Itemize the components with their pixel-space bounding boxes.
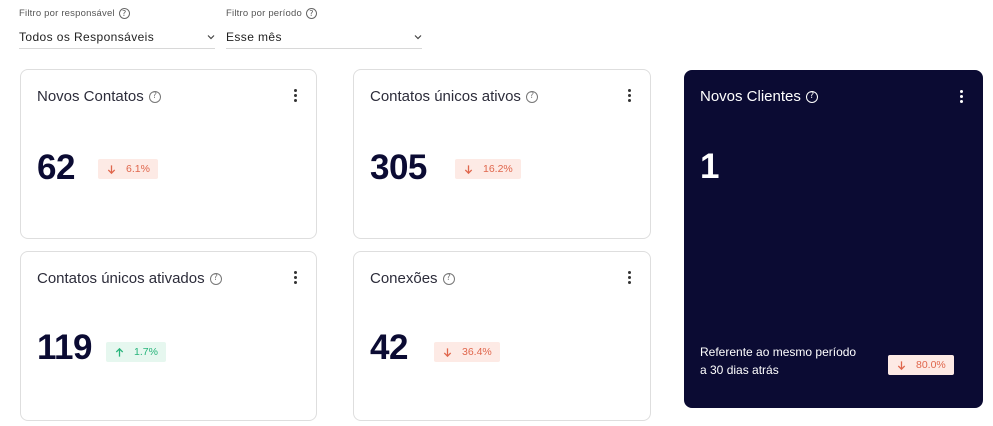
card-contatos-unicos-ativos: Contatos únicos ativos ? 305 16.2%	[353, 69, 651, 239]
card-title-row: Novos Clientes ?	[700, 88, 818, 105]
responsible-select-value: Todos os Responsáveis	[19, 29, 155, 44]
card-contatos-unicos-ativados: Contatos únicos ativados ? 119 1.7%	[20, 251, 317, 421]
card-title-row: Contatos únicos ativos ?	[370, 88, 538, 105]
chevron-down-icon	[207, 34, 215, 39]
card-value: 305	[370, 148, 427, 187]
arrow-down-icon	[897, 360, 906, 370]
kebab-menu-icon[interactable]	[294, 89, 298, 102]
change-badge: 36.4%	[434, 342, 500, 362]
card-conexoes: Conexões ? 42 36.4%	[353, 251, 651, 421]
kebab-menu-icon[interactable]	[960, 90, 964, 103]
question-circle-icon[interactable]: ?	[305, 8, 317, 19]
kebab-menu-icon[interactable]	[628, 89, 632, 102]
change-badge: 1.7%	[106, 342, 166, 362]
card-title: Novos Contatos	[37, 88, 144, 105]
card-title-row: Contatos únicos ativados ?	[37, 270, 222, 287]
card-novos-contatos: Novos Contatos ? 62 6.1%	[20, 69, 317, 239]
responsible-filter-label-row: Filtro por responsável ?	[19, 8, 215, 19]
card-title: Conexões	[370, 270, 438, 287]
arrow-down-icon	[443, 347, 452, 357]
card-title: Novos Clientes	[700, 88, 801, 105]
card-novos-clientes: Novos Clientes ? 1 Referente ao mesmo pe…	[684, 70, 983, 408]
kebab-menu-icon[interactable]	[294, 271, 298, 284]
question-circle-icon[interactable]: ?	[209, 272, 222, 285]
question-circle-icon[interactable]: ?	[148, 90, 161, 103]
card-value: 1	[700, 147, 719, 186]
question-circle-icon[interactable]: ?	[118, 8, 130, 19]
change-value: 6.1%	[126, 163, 150, 175]
responsible-filter-label: Filtro por responsável	[19, 8, 115, 19]
change-value: 1.7%	[134, 346, 158, 358]
period-filter: Filtro por período ? Esse mês	[226, 8, 422, 49]
period-filter-label: Filtro por período	[226, 8, 302, 19]
responsible-filter: Filtro por responsável ? Todos os Respon…	[19, 8, 215, 49]
comparison-note: Referente ao mesmo período a 30 dias atr…	[700, 345, 857, 377]
period-select[interactable]: Esse mês	[226, 25, 422, 49]
responsible-select[interactable]: Todos os Responsáveis	[19, 25, 215, 49]
change-value: 36.4%	[462, 346, 492, 358]
question-circle-icon[interactable]: ?	[805, 90, 818, 103]
change-badge: 16.2%	[455, 159, 521, 179]
question-circle-icon[interactable]: ?	[525, 90, 538, 103]
change-value: 16.2%	[483, 163, 513, 175]
card-title-row: Conexões ?	[370, 270, 455, 287]
card-value: 62	[37, 148, 75, 187]
card-value: 42	[370, 328, 408, 367]
card-title-row: Novos Contatos ?	[37, 88, 161, 105]
chevron-down-icon	[414, 34, 422, 39]
arrow-down-icon	[464, 164, 473, 174]
period-filter-label-row: Filtro por período ?	[226, 8, 422, 19]
period-select-value: Esse mês	[226, 29, 282, 44]
change-value: 80.0%	[916, 359, 946, 371]
question-circle-icon[interactable]: ?	[442, 272, 455, 285]
change-badge: 6.1%	[98, 159, 158, 179]
kebab-menu-icon[interactable]	[628, 271, 632, 284]
arrow-up-icon	[115, 347, 124, 357]
card-value: 119	[37, 328, 92, 367]
arrow-down-icon	[107, 164, 116, 174]
card-title: Contatos únicos ativos	[370, 88, 521, 105]
change-badge: 80.0%	[888, 355, 954, 375]
card-title: Contatos únicos ativados	[37, 270, 205, 287]
